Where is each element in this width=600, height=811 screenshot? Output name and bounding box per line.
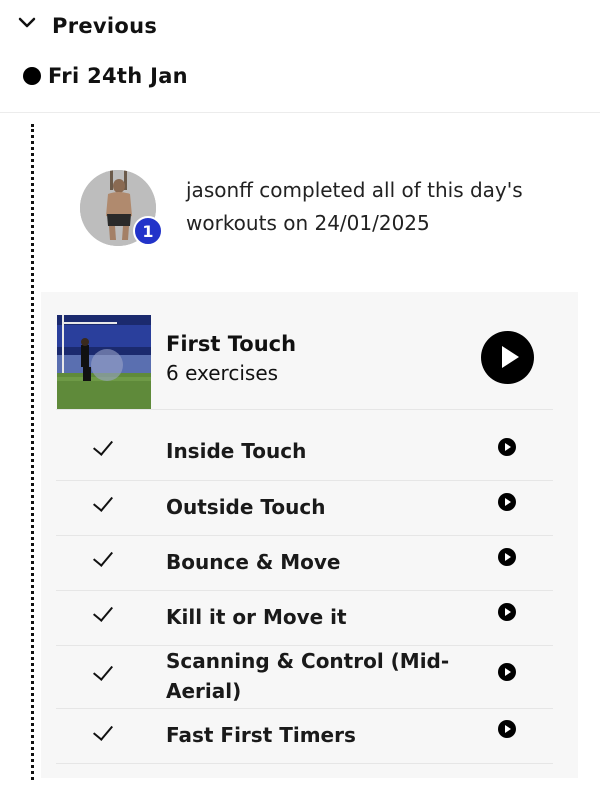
play-exercise-icon[interactable] <box>498 663 516 681</box>
date-label: Fri 24th Jan <box>48 64 188 88</box>
exercise-row[interactable]: Kill it or Move it <box>56 591 553 645</box>
exercise-row[interactable]: Outside Touch <box>56 481 553 535</box>
chevron-down-icon[interactable] <box>18 14 36 32</box>
workout-exercise-count: 6 exercises <box>166 361 279 385</box>
completion-message: jasonff completed all of this day's work… <box>186 178 523 235</box>
exercise-row[interactable]: Fast First Timers <box>56 709 553 763</box>
exercise-row[interactable]: Inside Touch <box>56 410 553 480</box>
divider <box>56 763 553 764</box>
check-icon <box>93 601 113 622</box>
timeline-line <box>31 124 34 780</box>
play-exercise-icon[interactable] <box>498 438 516 456</box>
exercise-name: Outside Touch <box>166 495 326 519</box>
check-icon <box>93 435 113 456</box>
play-exercise-icon[interactable] <box>498 493 516 511</box>
exercise-name: Bounce & Move <box>166 550 341 574</box>
exercise-name: Fast First Timers <box>166 723 356 747</box>
exercise-row[interactable]: Bounce & Move <box>56 536 553 590</box>
exercise-name: Kill it or Move it <box>166 605 347 629</box>
exercise-name: Scanning & Control (Mid-Aerial) <box>166 649 450 703</box>
play-exercise-icon[interactable] <box>498 603 516 621</box>
timeline-dot-icon <box>23 67 41 85</box>
play-workout-button[interactable] <box>481 331 534 384</box>
exercise-name: Inside Touch <box>166 439 307 463</box>
previous-toggle[interactable]: Previous <box>52 14 157 38</box>
check-icon <box>93 491 113 512</box>
exercise-row[interactable]: Scanning & Control (Mid-Aerial) <box>56 646 553 708</box>
workout-title: First Touch <box>166 332 297 356</box>
check-icon <box>93 546 113 567</box>
play-exercise-icon[interactable] <box>498 548 516 566</box>
play-exercise-icon[interactable] <box>498 720 516 738</box>
check-icon <box>93 720 113 741</box>
completion-count-badge: 1 <box>133 216 163 246</box>
workout-thumbnail[interactable] <box>57 315 151 409</box>
day-header: Previous Fri 24th Jan <box>0 0 600 113</box>
check-icon <box>93 660 113 681</box>
